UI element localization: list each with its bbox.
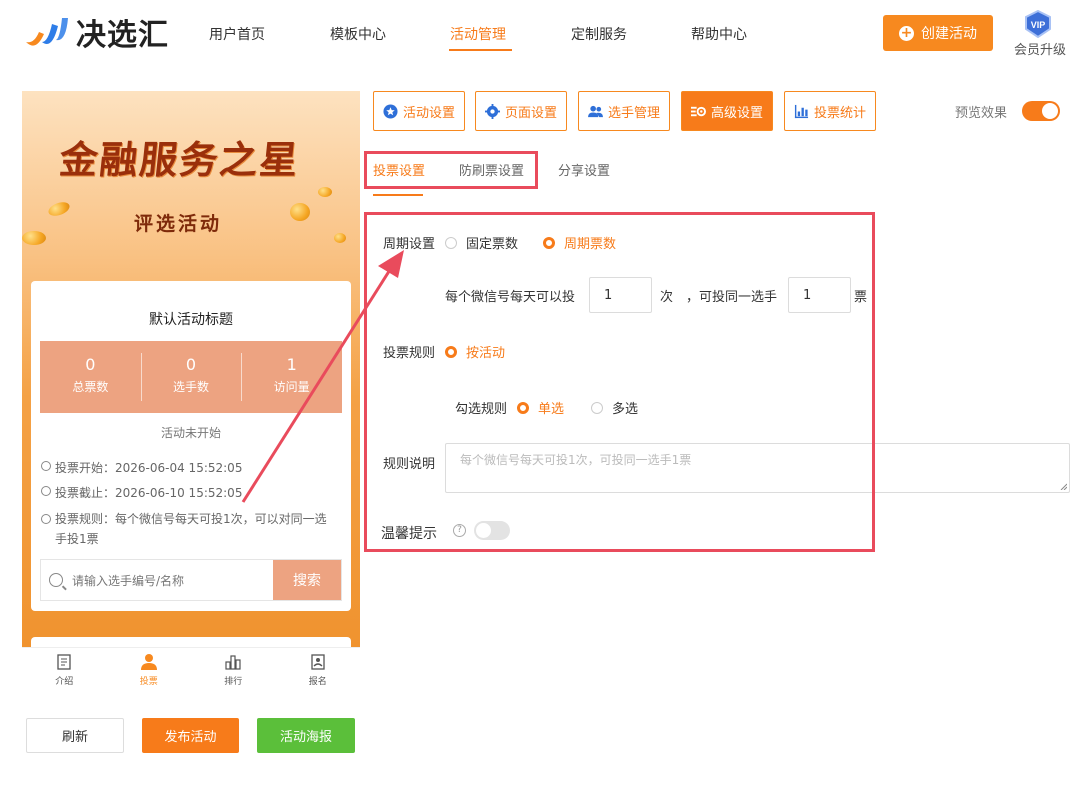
gear-icon — [484, 103, 500, 119]
refresh-button[interactable]: 刷新 — [26, 718, 124, 753]
vote-end-row: 投票截止：2026-06-10 15:52:05 — [41, 484, 242, 501]
banner-title: 金融服务之星 — [57, 137, 303, 182]
tab-activity-settings[interactable]: 活动设置 — [373, 91, 465, 131]
contestant-search: 请输入选手编号/名称 搜索 — [40, 559, 342, 601]
stat-contestants: 0 选手数 — [140, 341, 242, 413]
stat-total-votes: 0 总票数 — [40, 341, 141, 413]
vip-badge-icon[interactable]: VIP — [1022, 9, 1054, 39]
stat-value: 0 — [185, 355, 197, 374]
logo-mark-icon — [22, 12, 70, 52]
coin-decoration — [318, 187, 332, 197]
create-activity-label: 创建活动 — [921, 26, 977, 42]
tab-signup[interactable]: 报名 — [276, 648, 361, 693]
tab-intro[interactable]: 介绍 — [22, 648, 107, 693]
activity-poster-button[interactable]: 活动海报 — [257, 718, 355, 753]
plus-icon: + — [899, 24, 914, 41]
tab-label: 高级设置 — [710, 105, 763, 121]
vote-start-text: 投票开始：2026-06-04 15:52:05 — [55, 461, 243, 475]
tab-page-settings[interactable]: 页面设置 — [475, 91, 567, 131]
nav-template-center[interactable]: 模板中心 — [330, 24, 386, 44]
coin-decoration — [290, 203, 310, 221]
preview-effect-label: 预览效果 — [955, 106, 1008, 121]
info-icon — [41, 514, 51, 524]
coin-decoration — [46, 199, 72, 219]
brand-name: 决选汇 — [76, 18, 169, 53]
tab-label: 介绍 — [55, 677, 74, 687]
stat-label: 访问量 — [273, 380, 310, 394]
search-button[interactable]: 搜索 — [273, 560, 341, 600]
stats-panel: 0 总票数 0 选手数 1 访问量 — [40, 341, 342, 413]
banner-subtitle: 评选活动 — [134, 213, 223, 235]
nav-active-underline — [449, 49, 512, 51]
search-icon — [49, 573, 63, 587]
coin-decoration — [22, 231, 46, 245]
star-icon — [383, 103, 398, 119]
tab-contestant-management[interactable]: 选手管理 — [578, 91, 670, 131]
activity-status: 活动未开始 — [160, 426, 221, 440]
advanced-settings-icon — [690, 106, 706, 116]
vote-rule-row: 投票规则：每个微信号每天可投1次，可以对同一选手投1票 — [41, 509, 337, 549]
users-icon — [587, 105, 603, 117]
nav-user-home[interactable]: 用户首页 — [209, 24, 265, 44]
nav-help-center[interactable]: 帮助中心 — [691, 24, 747, 44]
tab-label: 投票统计 — [813, 105, 866, 121]
preview-effect-toggle[interactable] — [1022, 101, 1060, 121]
vip-upgrade-link[interactable]: 会员升级 — [1014, 39, 1066, 58]
nav-activity-management[interactable]: 活动管理 — [450, 24, 506, 44]
tab-label: 活动设置 — [402, 105, 455, 121]
activity-card: 默认活动标题 0 总票数 0 选手数 1 访问量 活动未开始 投票开始：2026… — [31, 281, 351, 611]
stat-value: 0 — [85, 355, 96, 374]
nav-custom-service[interactable]: 定制服务 — [571, 24, 627, 44]
coin-decoration — [334, 233, 346, 243]
highlight-box-subtabs — [364, 151, 538, 189]
stat-value: 1 — [286, 355, 297, 374]
resize-handle-icon[interactable] — [1060, 483, 1067, 490]
phone-preview: 金融服务之星 评选活动 默认活动标题 0 总票数 0 选手数 1 访问量 活动未… — [22, 91, 360, 647]
tab-advanced-settings[interactable]: 高级设置 — [681, 91, 773, 131]
activity-title: 默认活动标题 — [149, 312, 233, 328]
tab-label: 页面设置 — [504, 105, 557, 121]
tab-label: 排行 — [224, 677, 243, 687]
tab-vote[interactable]: 投票 — [107, 648, 192, 693]
tab-vote-statistics[interactable]: 投票统计 — [784, 91, 876, 131]
next-card — [31, 637, 351, 647]
brand-logo[interactable]: 决选汇 — [22, 12, 169, 53]
vote-rule-text: 投票规则：每个微信号每天可投1次，可以对同一选手投1票 — [55, 512, 327, 546]
form-icon — [311, 654, 325, 670]
stat-visits: 1 访问量 — [241, 341, 342, 413]
tab-label: 选手管理 — [607, 105, 660, 121]
publish-activity-button[interactable]: 发布活动 — [142, 718, 239, 753]
highlight-box-form — [364, 212, 875, 552]
vote-start-row: 投票开始：2026-06-04 15:52:05 — [41, 459, 242, 476]
subtab-active-underline — [373, 194, 423, 196]
create-activity-button[interactable]: + 创建活动 — [883, 15, 993, 51]
doc-icon — [57, 654, 71, 670]
tab-label: 报名 — [308, 677, 327, 687]
stat-label: 选手数 — [173, 380, 210, 394]
vip-badge-text: VIP — [1031, 20, 1046, 30]
clock-icon — [41, 461, 51, 471]
search-placeholder: 请输入选手编号/名称 — [72, 573, 185, 588]
clock-icon — [41, 486, 51, 496]
bars-icon — [225, 655, 241, 670]
tab-label: 投票 — [139, 677, 158, 687]
subtab-share-settings[interactable]: 分享设置 — [558, 160, 610, 179]
search-input[interactable]: 请输入选手编号/名称 — [41, 560, 273, 600]
chart-icon — [794, 104, 809, 118]
tab-ranking[interactable]: 排行 — [191, 648, 276, 693]
phone-tab-bar: 介绍 投票 排行 报名 — [22, 647, 360, 693]
person-icon — [140, 654, 157, 670]
stat-label: 总票数 — [72, 380, 109, 394]
vote-end-text: 投票截止：2026-06-10 15:52:05 — [55, 486, 243, 500]
